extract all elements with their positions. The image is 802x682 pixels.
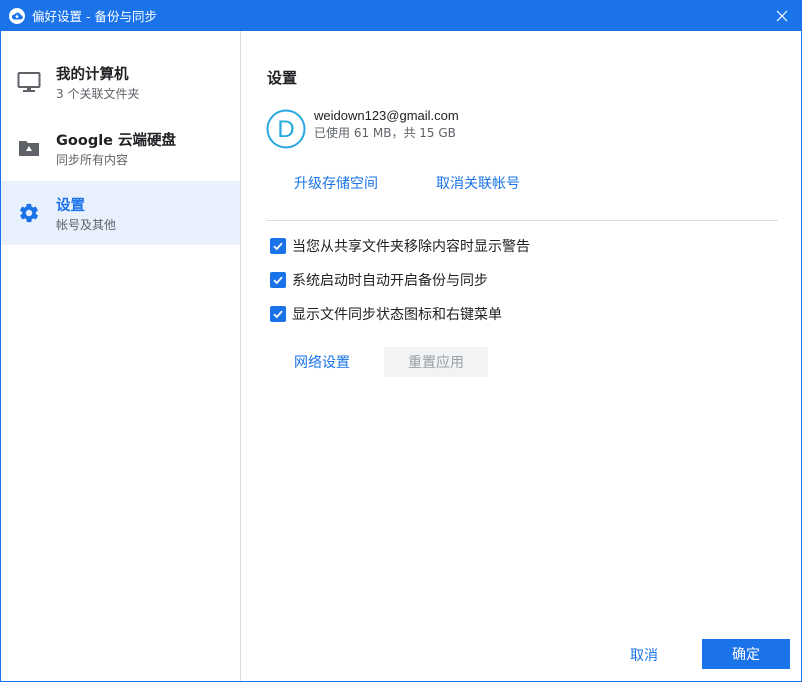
checkbox-checked[interactable] (270, 238, 286, 254)
drive-folder-icon (16, 136, 42, 160)
sidebar-item-subtitle: 帐号及其他 (56, 218, 117, 232)
sidebar-item-title: 设置 (56, 198, 85, 214)
sidebar: 我的计算机 3 个关联文件夹 Google 云端硬盘 同步所有内容 设置 帐号及… (1, 31, 241, 681)
checkmark-icon (273, 242, 283, 251)
ok-button[interactable]: 确定 (702, 639, 790, 669)
sidebar-item-title: 我的计算机 (56, 67, 129, 83)
checkmark-icon (273, 276, 283, 285)
option-auto-start[interactable]: 系统启动时自动开启备份与同步 (270, 270, 488, 290)
sidebar-item-settings[interactable]: 设置 帐号及其他 (1, 181, 240, 245)
settings-panel: 设置 D weidown123@gmail.com 已使用 61 MB，共 15… (241, 31, 801, 681)
checkmark-icon (273, 310, 283, 319)
option-warn-shared-removal[interactable]: 当您从共享文件夹移除内容时显示警告 (270, 236, 530, 256)
sidebar-item-subtitle: 同步所有内容 (56, 153, 129, 167)
sidebar-item-title: Google 云端硬盘 (56, 133, 177, 149)
avatar-letter: D (277, 116, 294, 143)
account-email: weidown123@gmail.com (314, 108, 459, 123)
option-label: 系统启动时自动开启备份与同步 (292, 273, 488, 289)
cloud-icon (9, 7, 25, 24)
close-button[interactable] (762, 0, 802, 31)
option-sync-status-icons[interactable]: 显示文件同步状态图标和右键菜单 (270, 304, 502, 324)
close-icon (776, 10, 788, 21)
monitor-icon (16, 70, 42, 94)
gear-icon (16, 201, 42, 225)
divider (266, 220, 778, 221)
reset-app-button[interactable]: 重置应用 (384, 347, 488, 377)
window-title: 偏好设置 - 备份与同步 (32, 9, 157, 24)
cancel-button[interactable]: 取消 (630, 645, 658, 665)
option-label: 当您从共享文件夹移除内容时显示警告 (292, 239, 530, 255)
sidebar-item-google-drive[interactable]: Google 云端硬盘 同步所有内容 (1, 116, 240, 180)
option-label: 显示文件同步状态图标和右键菜单 (292, 307, 502, 323)
disconnect-account-link[interactable]: 取消关联帐号 (436, 173, 520, 193)
network-settings-link[interactable]: 网络设置 (294, 352, 350, 372)
avatar: D (266, 109, 306, 149)
page-title: 设置 (267, 69, 298, 87)
storage-usage: 已使用 61 MB，共 15 GB (314, 126, 456, 140)
sidebar-item-subtitle: 3 个关联文件夹 (56, 87, 140, 101)
checkbox-checked[interactable] (270, 306, 286, 322)
upgrade-storage-link[interactable]: 升级存储空间 (294, 173, 378, 193)
title-bar: 偏好设置 - 备份与同步 (0, 0, 802, 31)
sidebar-item-my-computer[interactable]: 我的计算机 3 个关联文件夹 (1, 50, 240, 114)
window-body: 我的计算机 3 个关联文件夹 Google 云端硬盘 同步所有内容 设置 帐号及… (0, 31, 802, 682)
checkbox-checked[interactable] (270, 272, 286, 288)
